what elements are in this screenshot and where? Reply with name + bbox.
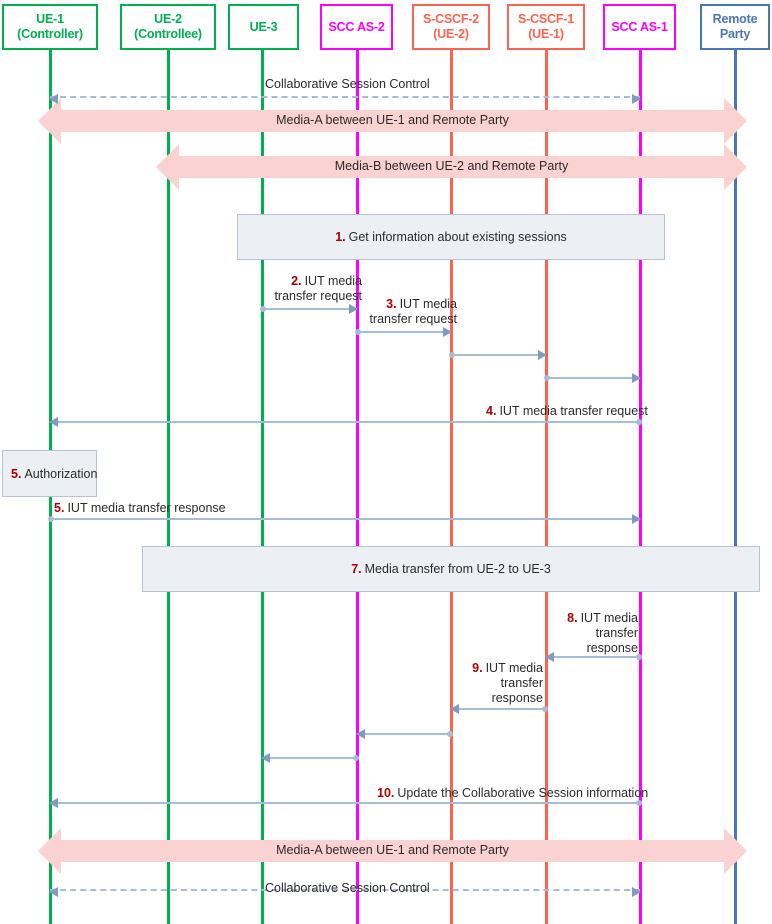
message-arrow-msg8 — [545, 652, 642, 662]
media-flow-media-a-top: Media-A between UE-1 and Remote Party — [38, 98, 747, 144]
step-number: 4. — [486, 404, 497, 418]
message-origin-dot — [260, 306, 266, 312]
arrow-head-right-icon — [349, 304, 358, 314]
message-origin-dot — [48, 516, 54, 522]
actor-header-ue1[interactable]: UE-1 (Controller) — [2, 4, 98, 50]
actor-header-scscf1[interactable]: S-CSCF-1 (UE-1) — [507, 4, 585, 50]
message-origin-dot — [636, 419, 642, 425]
message-label-msg2: 2. IUT media transfer request — [266, 274, 362, 304]
actor-header-ue3[interactable]: UE-3 — [228, 4, 299, 50]
step-number: 7. — [351, 562, 362, 576]
step-number: 8. — [567, 611, 578, 625]
message-arrow-msg5 — [48, 514, 641, 524]
message-origin-dot — [447, 731, 453, 737]
note-text: Media transfer from UE-2 to UE-3 — [364, 562, 551, 576]
message-arrow-msg9c — [261, 753, 359, 763]
arrow-head-left-icon — [450, 704, 459, 714]
arrow-head-right-icon — [632, 94, 641, 104]
arrow-head-left-icon — [49, 94, 58, 104]
arrow-head-left-icon — [49, 417, 58, 427]
message-text: Update the Collaborative Session informa… — [397, 786, 649, 800]
step-number: 1. — [335, 230, 346, 244]
message-arrow-msg3c — [544, 373, 641, 383]
message-origin-dot — [449, 352, 455, 358]
activity-note-note1: 1. Get information about existing session… — [237, 214, 665, 260]
note-text: Get information about existing sessions — [348, 230, 567, 244]
step-number: 9. — [472, 661, 483, 675]
arrow-head-left-icon — [49, 798, 58, 808]
message-arrow-csc-top — [49, 94, 641, 104]
arrow-head-left-icon — [356, 729, 365, 739]
actor-name-line2: (UE-2) — [433, 27, 469, 41]
message-arrow-msg9b — [356, 729, 453, 739]
message-label-msg5: 5. IUT media transfer response — [54, 501, 226, 516]
message-arrow-msg9 — [450, 704, 548, 714]
message-arrow-msg3b — [449, 350, 547, 360]
actor-header-ue2[interactable]: UE-2 (Controllee) — [120, 4, 216, 50]
media-flow-label: Media-A between UE-1 and Remote Party — [276, 843, 509, 857]
media-flow-label: Media-A between UE-1 and Remote Party — [276, 113, 509, 127]
actor-name-line2: Party — [719, 27, 751, 41]
message-label-msg4: 4. IUT media transfer request — [486, 404, 648, 419]
step-number: 10. — [377, 786, 395, 800]
arrow-head-left-icon — [261, 753, 270, 763]
message-origin-dot — [542, 706, 548, 712]
media-flow-media-b: Media-B between UE-2 and Remote Party — [156, 144, 747, 190]
message-arrow-msg3 — [355, 327, 452, 337]
message-text: IUT media transfer response — [67, 501, 226, 515]
message-text: IUT media transfer request — [499, 404, 648, 418]
message-label-msg10: 10. Update the Collaborative Session info… — [377, 786, 648, 801]
message-label-csc-bottom: Collaborative Session Control — [265, 881, 430, 896]
actor-name-line2: (Controllee) — [134, 27, 202, 41]
activity-note-note7: 7. Media transfer from UE-2 to UE-3 — [142, 546, 760, 592]
message-origin-dot — [544, 375, 550, 381]
actor-name-line1: UE-1 — [36, 12, 64, 26]
actor-header-remote[interactable]: Remote Party — [700, 4, 770, 50]
step-number: 2. — [291, 274, 302, 288]
message-text: Collaborative Session Control — [265, 77, 430, 91]
message-label-msg9: 9. IUT media transfer response — [463, 661, 543, 706]
actor-name-line1: S-CSCF-2 — [422, 12, 480, 26]
message-arrow-msg4 — [49, 417, 642, 427]
arrow-head-right-icon — [443, 327, 452, 337]
message-label-msg3: 3. IUT media transfer request — [361, 297, 457, 327]
message-text: IUT media transfer response — [485, 661, 543, 705]
message-label-csc-top: Collaborative Session Control — [265, 77, 430, 92]
actor-header-scscf2[interactable]: S-CSCF-2 (UE-2) — [412, 4, 490, 50]
arrow-head-right-icon — [632, 514, 641, 524]
media-flow-label: Media-B between UE-2 and Remote Party — [334, 159, 569, 173]
actor-name-line2: (UE-1) — [528, 27, 564, 41]
media-flow-media-a-bottom: Media-A between UE-1 and Remote Party — [38, 828, 747, 874]
message-text: IUT media transfer request — [369, 297, 457, 326]
actor-name-line1: UE-2 — [154, 12, 182, 26]
actor-name-line1: SCC AS-1 — [611, 19, 668, 34]
actor-name-line1: SCC AS-2 — [328, 19, 385, 34]
message-arrow-msg2 — [260, 304, 358, 314]
step-number: 3. — [386, 297, 397, 311]
step-number: 5. — [11, 466, 22, 481]
message-origin-dot — [355, 329, 361, 335]
arrow-head-left-icon — [545, 652, 554, 662]
message-origin-dot — [353, 755, 359, 761]
message-text: IUT media transfer response — [580, 611, 638, 655]
note-text: Authorization — [24, 466, 98, 481]
sequence-diagram: Media-A between UE-1 and Remote Party Med… — [0, 0, 772, 924]
actor-name-line1: S-CSCF-1 — [517, 12, 575, 26]
message-arrow-msg10 — [49, 798, 642, 808]
step-number: 5. — [54, 501, 65, 515]
message-text: Collaborative Session Control — [265, 881, 430, 895]
actor-name-line2: (Controller) — [17, 27, 83, 41]
message-label-msg8: 8. IUT media transfer response — [558, 611, 638, 656]
arrow-head-right-icon — [538, 350, 547, 360]
arrow-head-right-icon — [632, 373, 641, 383]
activity-note-note5: 5. Authorization — [2, 450, 97, 497]
actor-header-sccas2[interactable]: SCC AS-2 — [320, 4, 393, 50]
actor-name-line1: UE-3 — [249, 19, 278, 34]
arrow-head-left-icon — [49, 887, 58, 897]
arrow-head-right-icon — [632, 887, 641, 897]
actor-header-sccas1[interactable]: SCC AS-1 — [603, 4, 676, 50]
actor-name-line1: Remote — [712, 12, 758, 26]
message-text: IUT media transfer request — [274, 274, 362, 303]
